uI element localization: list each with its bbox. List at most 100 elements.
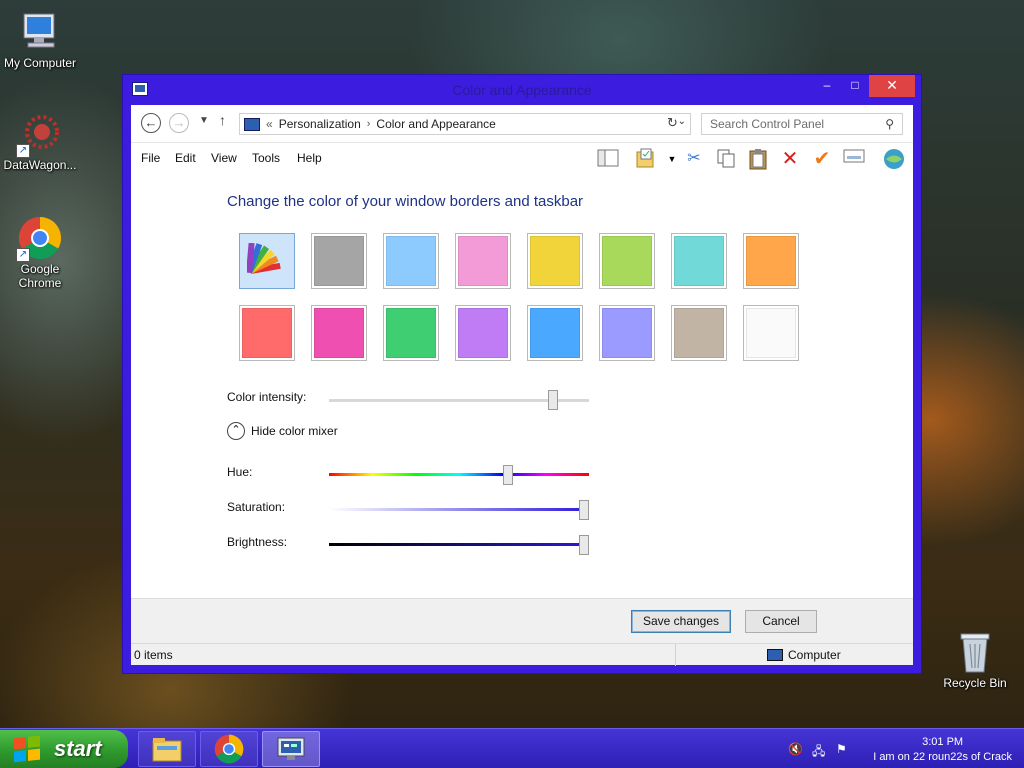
desktop-icon-datawagon[interactable]: ↗ DataWagon...: [0, 112, 80, 172]
color-swatch[interactable]: [671, 305, 727, 361]
back-button[interactable]: ←: [141, 113, 161, 133]
globe-icon[interactable]: [883, 148, 905, 170]
menu-help[interactable]: Help: [297, 151, 322, 165]
preview-pane-icon[interactable]: [597, 148, 619, 170]
color-swatch[interactable]: [311, 305, 367, 361]
up-button[interactable]: ↑: [219, 112, 226, 128]
menu-view[interactable]: View: [211, 151, 237, 165]
taskbar-file-explorer[interactable]: [138, 731, 196, 767]
system-tray: 🔇 🖧 ⚑ 3:01 PM I am on 22 roun22s of Crac…: [764, 729, 1024, 768]
saturation-track[interactable]: [329, 508, 589, 511]
close-button[interactable]: ✕: [869, 75, 915, 97]
forward-button[interactable]: →: [169, 113, 189, 133]
my-computer-icon: [18, 10, 62, 54]
color-swatch[interactable]: [743, 305, 799, 361]
desktop-icon-my-computer[interactable]: My Computer: [0, 10, 80, 70]
clock-time: 3:01 PM: [922, 736, 964, 748]
recent-pages-chevron-icon[interactable]: ▼: [199, 115, 209, 126]
color-swatch[interactable]: [455, 233, 511, 289]
chevron-up-icon: ⌃: [227, 422, 245, 440]
content-pane: Change the color of your window borders …: [131, 173, 913, 598]
volume-muted-icon[interactable]: 🔇: [788, 742, 803, 756]
menu-file[interactable]: File: [141, 151, 160, 165]
menu-bar: File Edit View Tools Help ▼ ✂ ✕ ✔: [131, 143, 913, 173]
desktop-icon-google-chrome[interactable]: ↗ Google Chrome: [0, 216, 80, 290]
status-divider: [675, 644, 676, 666]
color-swatch[interactable]: [383, 305, 439, 361]
breadcrumb-prefix: «: [266, 117, 273, 131]
breadcrumb-personalization[interactable]: Personalization: [279, 117, 361, 131]
network-icon[interactable]: 🖧: [812, 742, 825, 763]
color-swatch[interactable]: [527, 233, 583, 289]
breadcrumb-color-appearance[interactable]: Color and Appearance: [376, 117, 495, 131]
hide-color-mixer-label: Hide color mixer: [251, 424, 338, 438]
color-swatch[interactable]: [455, 305, 511, 361]
color-swatch[interactable]: [383, 233, 439, 289]
windows-logo-icon: [14, 735, 40, 763]
folder-options-icon[interactable]: [635, 148, 657, 170]
taskbar: start 🔇 🖧 ⚑ 3:01 PM I am on 22 roun22s o…: [0, 728, 1024, 768]
organize-chevron-icon[interactable]: ▼: [661, 148, 683, 170]
start-button[interactable]: start: [0, 730, 128, 768]
color-swatch[interactable]: [527, 305, 583, 361]
control-panel-icon: [277, 737, 305, 760]
status-location-label: Computer: [788, 648, 841, 662]
chrome-icon: [214, 734, 244, 764]
color-intensity-label: Color intensity:: [227, 390, 307, 404]
search-icon[interactable]: ⚲: [885, 117, 894, 131]
color-swatch[interactable]: [599, 233, 655, 289]
cancel-button[interactable]: Cancel: [745, 610, 817, 633]
color-intensity-slider[interactable]: [547, 390, 558, 410]
saturation-slider[interactable]: [578, 500, 589, 520]
taskbar-control-panel[interactable]: [262, 731, 320, 767]
search-placeholder: Search Control Panel: [710, 117, 825, 131]
hue-track[interactable]: [329, 473, 589, 476]
clock[interactable]: 3:01 PM I am on 22 roun22s of Crack: [873, 735, 1012, 765]
chrome-icon: ↗: [16, 216, 62, 262]
shortcut-arrow-icon: ↗: [16, 144, 30, 158]
breadcrumb-separator-icon[interactable]: ›: [367, 118, 371, 130]
taskbar-chrome[interactable]: [200, 731, 258, 767]
maximize-button[interactable]: □: [841, 75, 869, 97]
properties-icon[interactable]: [843, 148, 865, 170]
color-swatch[interactable]: [599, 305, 655, 361]
hide-color-mixer-toggle[interactable]: ⌃ Hide color mixer: [227, 422, 338, 440]
action-center-flag-icon[interactable]: ⚑: [836, 742, 847, 756]
check-icon[interactable]: ✔: [811, 148, 833, 170]
color-swatch[interactable]: [743, 233, 799, 289]
title-bar[interactable]: Color and Appearance – □ ✕: [123, 75, 921, 105]
shortcut-arrow-icon: ↗: [16, 248, 30, 262]
color-swatch-custom[interactable]: [239, 233, 295, 289]
brightness-slider[interactable]: [578, 535, 589, 555]
color-swatch[interactable]: [239, 305, 295, 361]
color-swatch[interactable]: [671, 233, 727, 289]
refresh-icon[interactable]: ↻: [667, 115, 678, 131]
cut-icon[interactable]: ✂: [683, 148, 705, 170]
color-appearance-window: Color and Appearance – □ ✕ ← → ▼ ↑ « Per…: [122, 74, 922, 674]
minimize-button[interactable]: –: [813, 75, 841, 97]
hue-label: Hue:: [227, 465, 253, 479]
hue-slider[interactable]: [503, 465, 514, 485]
address-dropdown-icon[interactable]: ⌄: [678, 116, 686, 127]
desktop-icon-recycle-bin[interactable]: Recycle Bin: [935, 630, 1015, 690]
search-input[interactable]: Search Control Panel ⚲: [701, 113, 903, 135]
button-footer: Save changes Cancel: [131, 598, 913, 644]
color-swatch[interactable]: [311, 233, 367, 289]
address-box[interactable]: « Personalization › Color and Appearance…: [239, 113, 691, 135]
delete-icon[interactable]: ✕: [779, 148, 801, 170]
brightness-label: Brightness:: [227, 535, 288, 549]
status-location: Computer: [767, 648, 841, 662]
paste-icon[interactable]: [747, 148, 769, 170]
desktop-icon-label: DataWagon...: [3, 158, 77, 172]
copy-icon[interactable]: [715, 148, 737, 170]
address-bar-row: ← → ▼ ↑ « Personalization › Color and Ap…: [131, 105, 913, 143]
desktop-icon-label: Google Chrome: [18, 262, 62, 290]
menu-tools[interactable]: Tools: [252, 151, 280, 165]
datawagon-icon: ↗: [16, 112, 62, 158]
page-heading: Change the color of your window borders …: [227, 193, 584, 210]
menu-edit[interactable]: Edit: [175, 151, 196, 165]
brightness-track[interactable]: [329, 543, 589, 546]
file-explorer-icon: [152, 738, 182, 762]
start-label: start: [54, 736, 102, 761]
save-changes-button[interactable]: Save changes: [631, 610, 731, 633]
